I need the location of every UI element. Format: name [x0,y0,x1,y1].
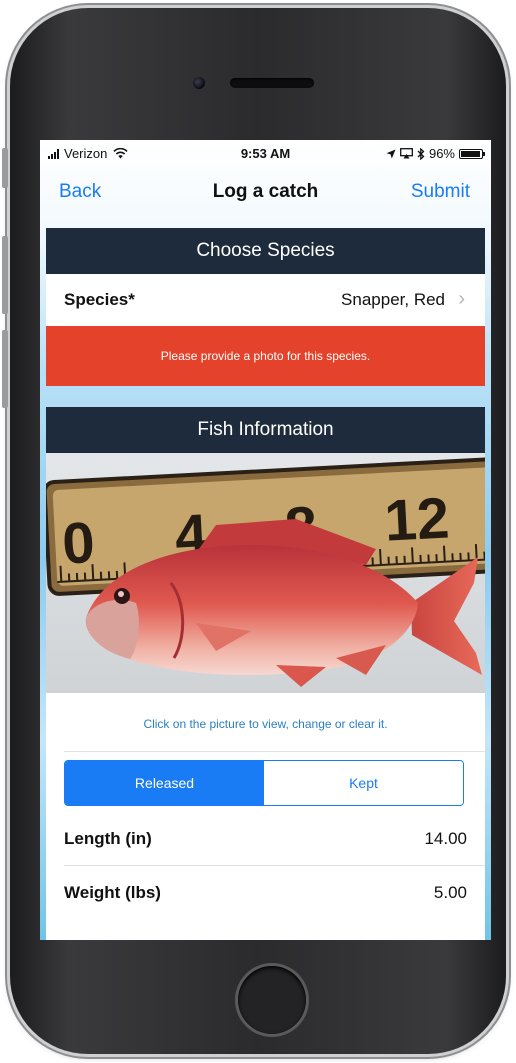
navigation-bar: Back Log a catch Submit [40,166,491,216]
species-row[interactable]: Species* Snapper, Red › [46,274,485,326]
divider [64,751,485,752]
species-label: Species* [64,290,135,309]
ruler-tick [59,565,63,582]
airplay-icon [400,148,413,159]
species-value: Snapper, Red [341,290,445,309]
silent-switch [2,148,8,188]
battery-icon [459,148,485,159]
fish-photo-image: 0 4 8 12 [46,456,485,687]
weight-row[interactable]: Weight (lbs) 5.00 [46,867,485,919]
volume-down-button [2,330,8,408]
choose-species-header: Choose Species [46,228,485,274]
ruler-number: 12 [383,485,451,553]
bluetooth-icon [417,147,425,160]
released-kept-segmented-control: Released Kept [64,760,464,806]
fish-details-panel: Click on the picture to view, change or … [46,693,485,940]
volume-up-button [2,236,8,314]
released-segment[interactable]: Released [65,761,264,805]
chevron-right-icon: › [458,288,465,310]
front-camera [193,77,205,89]
battery-percent: 96% [428,146,455,161]
app-screen: Verizon 9:53 AM 96% Back Log a catch Sub… [40,140,491,940]
status-bar: Verizon 9:53 AM 96% [40,140,491,166]
divider [64,865,485,866]
weight-value[interactable]: 5.00 [434,883,467,903]
ruler-tick [474,544,478,561]
length-label: Length (in) [64,829,152,848]
fish-photo[interactable]: 0 4 8 12 [46,453,485,693]
photo-hint-text: Click on the picture to view, change or … [143,717,388,731]
submit-button[interactable]: Submit [411,181,470,203]
photo-required-alert: Please provide a photo for this species. [46,326,485,386]
length-value[interactable]: 14.00 [424,829,467,849]
location-icon [386,149,396,158]
ruler-number: 0 [61,510,97,577]
length-row[interactable]: Length (in) 14.00 [46,813,485,865]
fish-information-header: Fish Information [46,407,485,453]
kept-segment[interactable]: Kept [264,761,463,805]
ruler-tick [379,549,382,566]
home-button[interactable] [238,966,306,1034]
earpiece-speaker [230,78,314,88]
weight-label: Weight (lbs) [64,883,161,902]
